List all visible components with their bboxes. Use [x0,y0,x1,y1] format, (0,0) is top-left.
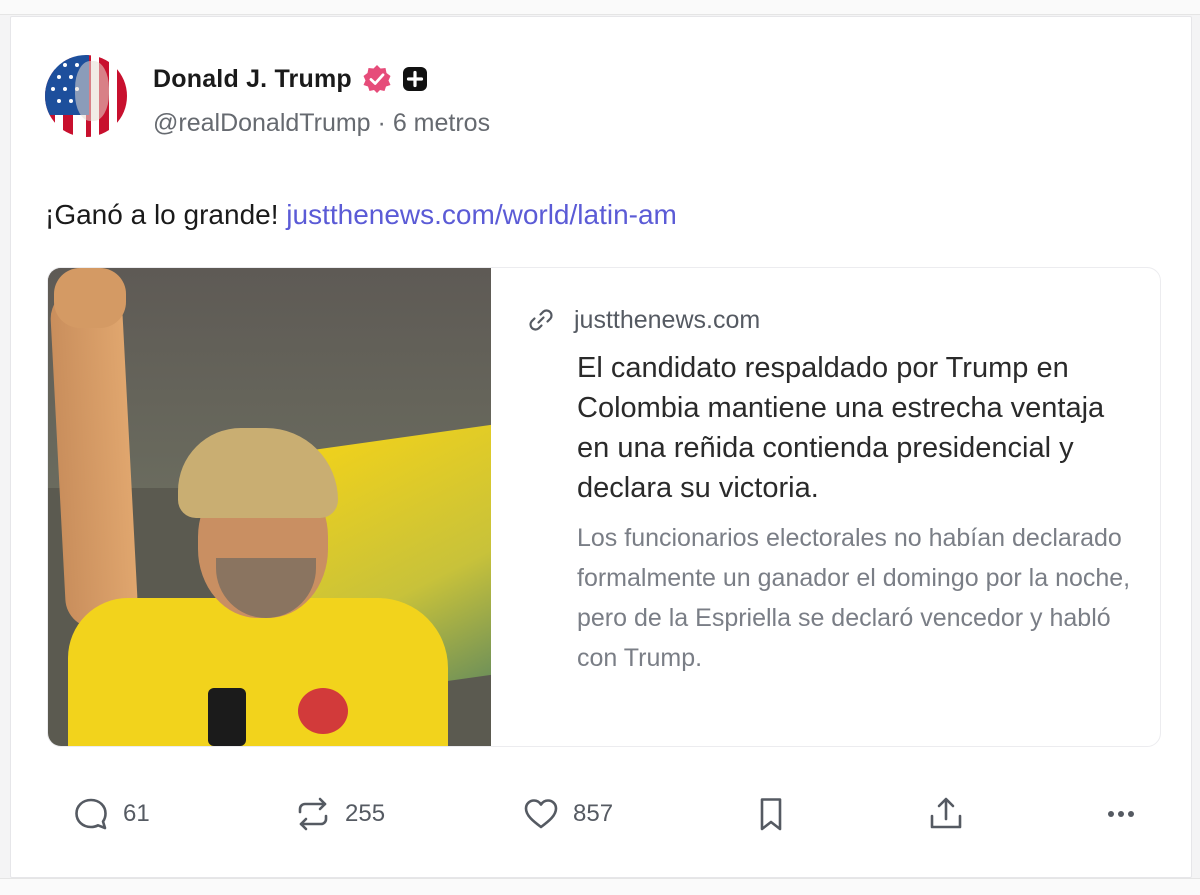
previous-post-edge [0,0,1200,15]
avatar[interactable] [45,55,127,137]
action-bar: 61 255 857 [71,789,1171,839]
more-icon [1101,794,1141,834]
share-icon [926,794,966,834]
author-display-name[interactable]: Donald J. Trump [153,65,352,94]
link-domain-row: justthenews.com [526,298,1136,342]
next-post-edge [0,878,1200,895]
link-preview-info: justthenews.com El candidato respaldado … [526,298,1136,678]
meta-separator: · [370,109,393,137]
link-preview-image [48,268,491,746]
author-name-row: Donald J. Trump [153,61,428,97]
avatar-face [75,61,109,121]
post-timestamp[interactable]: 6 metros [393,109,490,137]
link-description: Los funcionarios electorales no habían d… [577,524,1131,672]
page: Donald J. Trump @realDonaldTrump · 6 met… [0,0,1200,895]
repost-icon [293,794,333,834]
verified-badge-icon [362,64,392,94]
post-link[interactable]: justthenews.com/world/latin-am [286,199,677,230]
link-domain: justthenews.com [574,305,761,334]
repost-button[interactable]: 255 [293,789,385,839]
heart-icon [521,794,561,834]
link-icon [526,305,556,335]
like-button[interactable]: 857 [521,789,613,839]
like-count: 857 [573,800,614,827]
post-text: ¡Ganó a lo grande! [45,199,287,230]
more-button[interactable] [1101,789,1141,839]
bookmark-button[interactable] [751,789,791,839]
bookmark-icon [751,794,791,834]
author-handle[interactable]: @realDonaldTrump [153,109,371,137]
post-card[interactable]: Donald J. Trump @realDonaldTrump · 6 met… [10,16,1192,878]
plus-badge-icon [402,66,428,92]
reply-button[interactable]: 61 [71,789,150,839]
repost-count: 255 [345,800,386,827]
link-preview-card[interactable]: justthenews.com El candidato respaldado … [47,267,1161,747]
share-button[interactable] [926,789,966,839]
post-body: ¡Ganó a lo grande! justthenews.com/world… [45,199,677,231]
reply-icon [71,794,111,834]
author-meta: @realDonaldTrump · 6 metros [153,109,490,138]
link-headline[interactable]: El candidato respaldado por Trump en Col… [526,348,1136,508]
reply-count: 61 [123,800,150,827]
